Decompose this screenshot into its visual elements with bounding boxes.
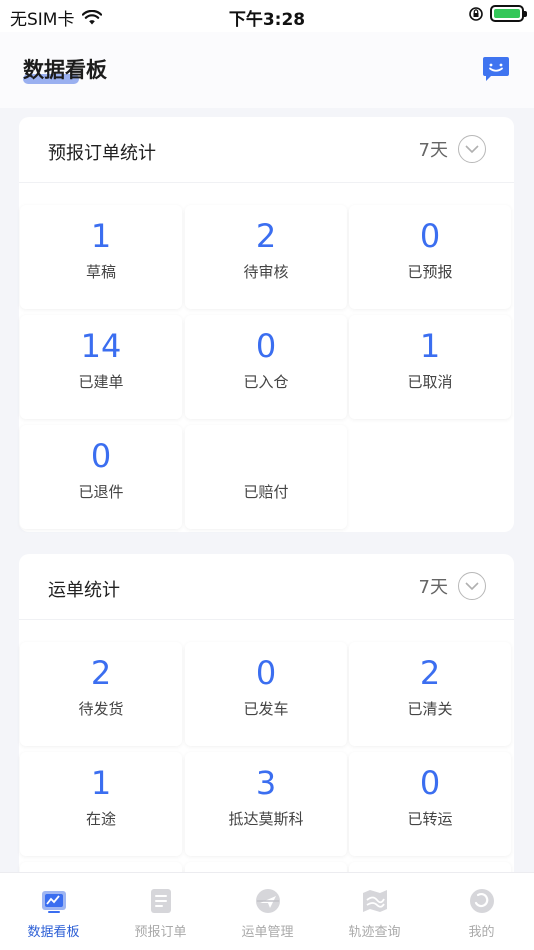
stat-value: 1	[90, 764, 112, 802]
chevron-down-icon[interactable]	[458, 572, 486, 600]
message-icon[interactable]	[482, 56, 510, 82]
stat-value: 3	[255, 764, 277, 802]
stat-label: 已入仓	[243, 373, 289, 391]
tab-label: 数据看板	[27, 925, 80, 940]
forecast-order-card: 预报订单统计 7天 1 草稿 2 待审核 0 已预报 14 已建单 0 已入仓	[19, 117, 514, 532]
track-icon	[363, 890, 387, 912]
stat-cell-forecasted[interactable]: 0 已预报	[349, 205, 511, 309]
stat-cell-returned[interactable]: 0 已退件	[20, 425, 182, 529]
tab-label: 预报订单	[134, 925, 187, 940]
stat-cell-pending-review[interactable]: 2 待审核	[185, 205, 347, 309]
stat-label: 已取消	[407, 373, 453, 391]
stat-label: 待审核	[243, 263, 289, 281]
stat-value: 0	[255, 654, 277, 692]
stat-label: 已建单	[78, 373, 124, 391]
stat-value: 2	[255, 217, 277, 255]
period-label: 7天	[418, 577, 448, 598]
tab-label: 轨迹查询	[348, 925, 401, 940]
dashboard-icon	[42, 891, 66, 913]
tab-forecast-orders[interactable]: 预报订单	[107, 873, 214, 950]
stat-value: 1	[419, 327, 441, 365]
period-label: 7天	[418, 140, 448, 161]
profile-icon	[470, 889, 494, 913]
stat-cell-compensated[interactable]: 已赔付	[185, 425, 347, 529]
stat-value: 1	[90, 217, 112, 255]
stat-cell-in-transit[interactable]: 1 在途	[20, 752, 182, 856]
order-icon	[151, 889, 171, 913]
stat-label: 已预报	[407, 263, 453, 281]
battery-icon	[490, 5, 527, 22]
stat-value: 2	[90, 654, 112, 692]
waybill-card: 运单统计 7天 2 待发货 0 已发车 2 已清关 1 在途 3 抵达莫斯科 0…	[19, 554, 514, 950]
stat-label: 已转运	[407, 810, 453, 828]
tab-dashboard[interactable]: 数据看板	[0, 873, 107, 950]
stat-cell-arrived-moscow[interactable]: 3 抵达莫斯科	[185, 752, 347, 856]
stat-label: 已退件	[78, 483, 124, 501]
tab-waybill-management[interactable]: 运单管理	[214, 873, 321, 950]
page-title: 数据看板	[23, 58, 107, 82]
stat-cell-transferred[interactable]: 0 已转运	[349, 752, 511, 856]
stat-label: 待发货	[78, 700, 124, 718]
stat-label: 已清关	[407, 700, 453, 718]
stat-value: 0	[90, 437, 112, 475]
tab-track-query[interactable]: 轨迹查询	[321, 873, 428, 950]
status-bar: 无SIM卡 下午3:28	[0, 0, 534, 32]
page-header: 数据看板	[0, 32, 534, 108]
stat-label: 已发车	[243, 700, 289, 718]
stat-cell-awaiting-shipment[interactable]: 2 待发货	[20, 642, 182, 746]
bottom-tab-bar: 数据看板 预报订单 运单管理 轨迹查询 我的	[0, 872, 534, 950]
stat-value: 0	[255, 327, 277, 365]
stat-value: 0	[419, 217, 441, 255]
chevron-down-icon[interactable]	[458, 135, 486, 163]
stat-cell-cleared[interactable]: 2 已清关	[349, 642, 511, 746]
stat-label: 在途	[85, 810, 116, 828]
stat-cell-in-warehouse[interactable]: 0 已入仓	[185, 315, 347, 419]
stat-value: 2	[419, 654, 441, 692]
stat-cell-created[interactable]: 14 已建单	[20, 315, 182, 419]
card-title: 运单统计	[48, 580, 120, 601]
tab-label: 运单管理	[241, 925, 294, 940]
waybill-icon	[256, 889, 280, 913]
stat-cell-cancelled[interactable]: 1 已取消	[349, 315, 511, 419]
stat-value: 0	[419, 764, 441, 802]
period-selector[interactable]: 7天	[419, 135, 486, 163]
tab-label: 我的	[468, 925, 495, 940]
stat-cell-departed[interactable]: 0 已发车	[185, 642, 347, 746]
stat-label: 抵达莫斯科	[228, 810, 304, 828]
clock: 下午3:28	[228, 10, 306, 30]
stat-cell-draft[interactable]: 1 草稿	[20, 205, 182, 309]
stat-value: 14	[80, 327, 122, 365]
stat-label: 草稿	[85, 263, 116, 281]
period-selector[interactable]: 7天	[419, 572, 486, 600]
tab-profile[interactable]: 我的	[428, 873, 534, 950]
card-title: 预报订单统计	[48, 143, 156, 164]
orientation-lock-icon	[469, 6, 483, 21]
stat-label: 已赔付	[243, 483, 289, 501]
